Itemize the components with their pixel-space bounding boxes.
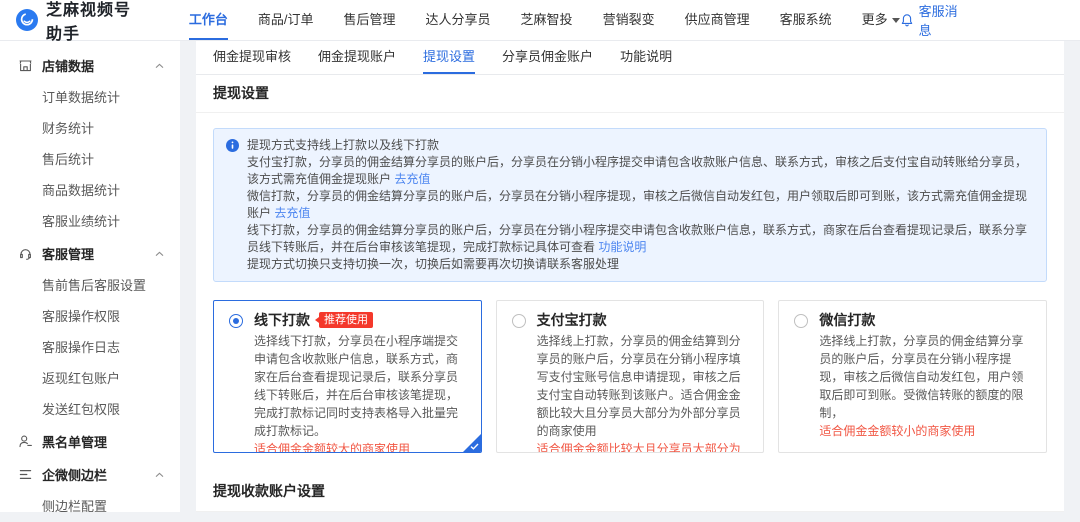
nav-item-orders[interactable]: 商品/订单 [258, 0, 314, 40]
page-title: 提现设置 [196, 75, 1064, 113]
sidebar-item-pre-post-sale-service[interactable]: 售前售后客服设置 [0, 270, 180, 301]
more-label: 更多 [862, 12, 888, 27]
tab-bar: 佣金提现审核 佣金提现账户 提现设置 分享员佣金账户 功能说明 [196, 41, 1064, 75]
sidebar-item-service-performance-stats[interactable]: 客服业绩统计 [0, 206, 180, 237]
card-description: 选择线上打款，分享员的佣金结算分享员的账户后，分享员在分销小程序提现，审核之后微… [819, 332, 1032, 422]
tab-commission-withdraw-account[interactable]: 佣金提现账户 [318, 41, 396, 74]
payment-option-wechat[interactable]: 微信打款 选择线上打款，分享员的佣金结算分享员的账户后，分享员在分销小程序提现，… [778, 300, 1047, 453]
card-head: 线下打款 推荐使用 [254, 310, 467, 330]
withdraw-methods-notice: 提现方式支持线上打款以及线下打款 支付宝打款，分享员的佣金结算分享员的账户后，分… [213, 128, 1047, 282]
tab-sharer-commission-account[interactable]: 分享员佣金账户 [502, 41, 593, 74]
card-head: 支付宝打款 [537, 310, 750, 330]
panel-body: 提现方式支持线上打款以及线下打款 支付宝打款，分享员的佣金结算分享员的账户后，分… [196, 113, 1064, 512]
sidebar-group-blacklist[interactable]: 黑名单管理 [0, 425, 180, 458]
service-messages-button[interactable]: 客服消息 [900, 1, 962, 39]
main-nav: 工作台 商品/订单 售后管理 达人分享员 芝麻智投 营销裂变 供应商管理 客服系… [189, 0, 900, 40]
main-content: 佣金提现审核 佣金提现账户 提现设置 分享员佣金账户 功能说明 提现设置 提现方… [196, 41, 1064, 512]
chevron-up-icon [155, 251, 164, 257]
tab-commission-withdraw-review[interactable]: 佣金提现审核 [213, 41, 291, 74]
nav-item-workbench[interactable]: 工作台 [189, 0, 228, 40]
sidebar: 店铺数据 订单数据统计 财务统计 售后统计 商品数据统计 客服业绩统计 客服管理… [0, 41, 180, 512]
chevron-up-icon [155, 472, 164, 478]
card-suitability-note: 适合佣金金额较大的商家使用 [254, 440, 467, 453]
nav-item-smart-ads[interactable]: 芝麻智投 [521, 0, 573, 40]
app-title: 芝麻视频号助手 [46, 0, 147, 44]
messages-label: 客服消息 [919, 1, 962, 39]
sidebar-item-aftersale-stats[interactable]: 售后统计 [0, 144, 180, 175]
notice-text: 提现方式切换只支持切换一次，切换后如需要再次切换请联系客服处理 [247, 257, 619, 271]
sidebar-item-cashback-account[interactable]: 返现红包账户 [0, 363, 180, 394]
notice-line-alipay: 支付宝打款，分享员的佣金结算分享员的账户后，分享员在分销小程序提交申请包含收款账… [247, 154, 1030, 188]
sidebar-item-service-permissions[interactable]: 客服操作权限 [0, 301, 180, 332]
blacklist-user-icon [18, 434, 33, 449]
app-logo-icon [16, 9, 38, 31]
recommended-badge: 推荐使用 [319, 312, 373, 328]
payment-option-alipay[interactable]: 支付宝打款 选择线上打款，分享员的佣金结算到分享员的账户后，分享员在分销小程序填… [496, 300, 765, 453]
sidebar-item-redpacket-permission[interactable]: 发送红包权限 [0, 394, 180, 425]
subsection-title-withdraw-account-settings: 提现收款账户设置 [196, 471, 1064, 512]
radio-wechat-payment[interactable] [794, 314, 808, 328]
sidebar-group-label: 客服管理 [42, 244, 94, 263]
card-title: 支付宝打款 [537, 310, 607, 330]
top-navbar: 芝麻视频号助手 工作台 商品/订单 售后管理 达人分享员 芝麻智投 营销裂变 供… [0, 0, 1080, 41]
nav-item-service-system[interactable]: 客服系统 [780, 0, 832, 40]
caret-down-icon [892, 18, 900, 23]
nav-item-suppliers[interactable]: 供应商管理 [685, 0, 750, 40]
recharge-link[interactable]: 去充值 [274, 206, 310, 220]
sidebar-group-shop-data[interactable]: 店铺数据 [0, 49, 180, 82]
sidebar-item-service-logs[interactable]: 客服操作日志 [0, 332, 180, 363]
notice-line-offline: 线下打款，分享员的佣金结算分享员的账户后，分享员在分销小程序提交申请包含收款账户… [247, 222, 1030, 256]
headset-icon [18, 246, 33, 261]
nav-item-sharers[interactable]: 达人分享员 [426, 0, 491, 40]
chevron-up-icon [155, 63, 164, 69]
badge-label: 推荐使用 [324, 314, 368, 326]
selected-check-icon [462, 433, 482, 453]
sidebar-group-label: 店铺数据 [42, 56, 94, 75]
recharge-link[interactable]: 去充值 [394, 172, 430, 186]
shop-icon [18, 58, 33, 73]
radio-alipay-payment[interactable] [512, 314, 526, 328]
payment-option-offline[interactable]: 线下打款 推荐使用 选择线下打款，分享员在小程序端提交申请包含收款账户信息，联系… [213, 300, 482, 453]
sidebar-item-order-stats[interactable]: 订单数据统计 [0, 82, 180, 113]
notice-line-title: 提现方式支持线上打款以及线下打款 [247, 137, 1030, 154]
notice-line-wechat: 微信打款，分享员的佣金结算分享员的账户后，分享员在分销小程序提现，审核之后微信自… [247, 188, 1030, 222]
card-title: 线下打款 [254, 310, 310, 330]
nav-item-more[interactable]: 更多 [862, 0, 900, 40]
notice-line-switch: 提现方式切换只支持切换一次，切换后如需要再次切换请联系客服处理 [247, 256, 1030, 273]
card-title: 微信打款 [819, 310, 875, 330]
tab-feature-docs[interactable]: 功能说明 [620, 41, 672, 74]
radio-offline-payment[interactable] [229, 314, 243, 328]
feature-docs-link[interactable]: 功能说明 [598, 240, 646, 254]
nav-item-marketing[interactable]: 营销裂变 [603, 0, 655, 40]
info-icon [226, 139, 239, 152]
sidebar-group-wecom-sidebar[interactable]: 企微侧边栏 [0, 458, 180, 491]
notice-text: 提现方式支持线上打款以及线下打款 [247, 138, 439, 152]
tab-withdraw-settings[interactable]: 提现设置 [423, 41, 475, 74]
sidebar-group-label: 黑名单管理 [42, 432, 107, 451]
card-suitability-note: 适合佣金金额比较大且分享员大部分为外部分享员的商家使用 [537, 440, 750, 453]
notice-text: 微信打款，分享员的佣金结算分享员的账户后，分享员在分销小程序提现，审核之后微信自… [247, 189, 1027, 220]
card-description: 选择线上打款，分享员的佣金结算到分享员的账户后，分享员在分销小程序填写支付宝账号… [537, 332, 750, 440]
card-head: 微信打款 [819, 310, 1032, 330]
sidebar-item-finance-stats[interactable]: 财务统计 [0, 113, 180, 144]
bell-icon [900, 13, 914, 27]
sidebar-group-label: 企微侧边栏 [42, 465, 107, 484]
payment-method-options: 线下打款 推荐使用 选择线下打款，分享员在小程序端提交申请包含收款账户信息，联系… [213, 300, 1047, 453]
brand: 芝麻视频号助手 [0, 0, 147, 44]
sidebar-item-product-stats[interactable]: 商品数据统计 [0, 175, 180, 206]
sidebar-item-sidebar-config[interactable]: 侧边栏配置 [0, 491, 180, 522]
sidebar-panel-icon [18, 467, 33, 482]
card-suitability-note: 适合佣金金额较小的商家使用 [819, 422, 1032, 440]
navbar-right: 客服消息 [900, 1, 962, 39]
notice-text: 支付宝打款，分享员的佣金结算分享员的账户后，分享员在分销小程序提交申请包含收款账… [247, 155, 1027, 186]
sidebar-group-customer-service[interactable]: 客服管理 [0, 237, 180, 270]
card-description: 选择线下打款，分享员在小程序端提交申请包含收款账户信息，联系方式，商家在后台查看… [254, 332, 467, 440]
nav-item-aftersale[interactable]: 售后管理 [344, 0, 396, 40]
